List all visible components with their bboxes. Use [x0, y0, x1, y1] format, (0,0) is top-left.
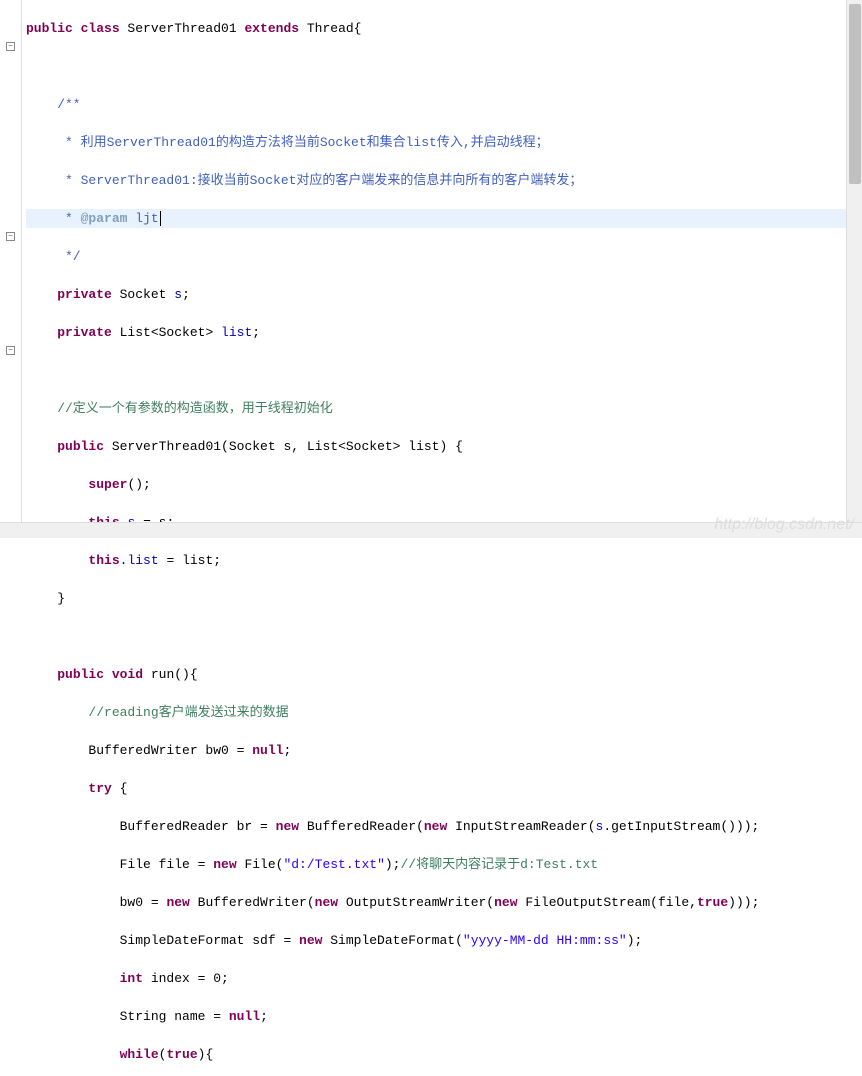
code-line: while(true){ [26, 1045, 862, 1064]
code-line: File file = new File("d:/Test.txt");//将聊… [26, 855, 862, 874]
fold-marker[interactable]: − [6, 232, 15, 241]
code-line: this.list = list; [26, 551, 862, 570]
code-line: * ServerThread01:接收当前Socket对应的客户端发来的信息并向… [26, 171, 862, 190]
code-line: private List<Socket> list; [26, 323, 862, 342]
code-area[interactable]: public class ServerThread01 extends Thre… [22, 0, 862, 538]
code-line: public class ServerThread01 extends Thre… [26, 19, 862, 38]
fold-marker[interactable]: − [6, 346, 15, 355]
code-line [26, 361, 862, 380]
code-line: String name = null; [26, 1007, 862, 1026]
fold-marker[interactable]: − [6, 42, 15, 51]
code-line: * 利用ServerThread01的构造方法将当前Socket和集合list传… [26, 133, 862, 152]
code-line [26, 627, 862, 646]
code-line: //定义一个有参数的构造函数，用于线程初始化 [26, 399, 862, 418]
code-line: public ServerThread01(Socket s, List<Soc… [26, 437, 862, 456]
gutter: − − − [0, 0, 22, 538]
code-line: private Socket s; [26, 285, 862, 304]
code-line: */ [26, 247, 862, 266]
code-line [26, 57, 862, 76]
code-line: public void run(){ [26, 665, 862, 684]
code-editor: − − − public class ServerThread01 extend… [0, 0, 862, 538]
code-line: SimpleDateFormat sdf = new SimpleDateFor… [26, 931, 862, 950]
text-cursor [160, 211, 161, 226]
code-line: super(); [26, 475, 862, 494]
horizontal-scrollbar[interactable] [0, 522, 862, 538]
vertical-scrollbar[interactable] [846, 0, 862, 538]
code-line: BufferedWriter bw0 = null; [26, 741, 862, 760]
code-line: } [26, 589, 862, 608]
code-line: BufferedReader br = new BufferedReader(n… [26, 817, 862, 836]
scrollbar-thumb[interactable] [849, 4, 861, 184]
code-line-active: * @param ljt [26, 209, 862, 228]
code-line: /** [26, 95, 862, 114]
code-line: int index = 0; [26, 969, 862, 988]
code-line: bw0 = new BufferedWriter(new OutputStrea… [26, 893, 862, 912]
code-line: try { [26, 779, 862, 798]
code-line: //reading客户端发送过来的数据 [26, 703, 862, 722]
